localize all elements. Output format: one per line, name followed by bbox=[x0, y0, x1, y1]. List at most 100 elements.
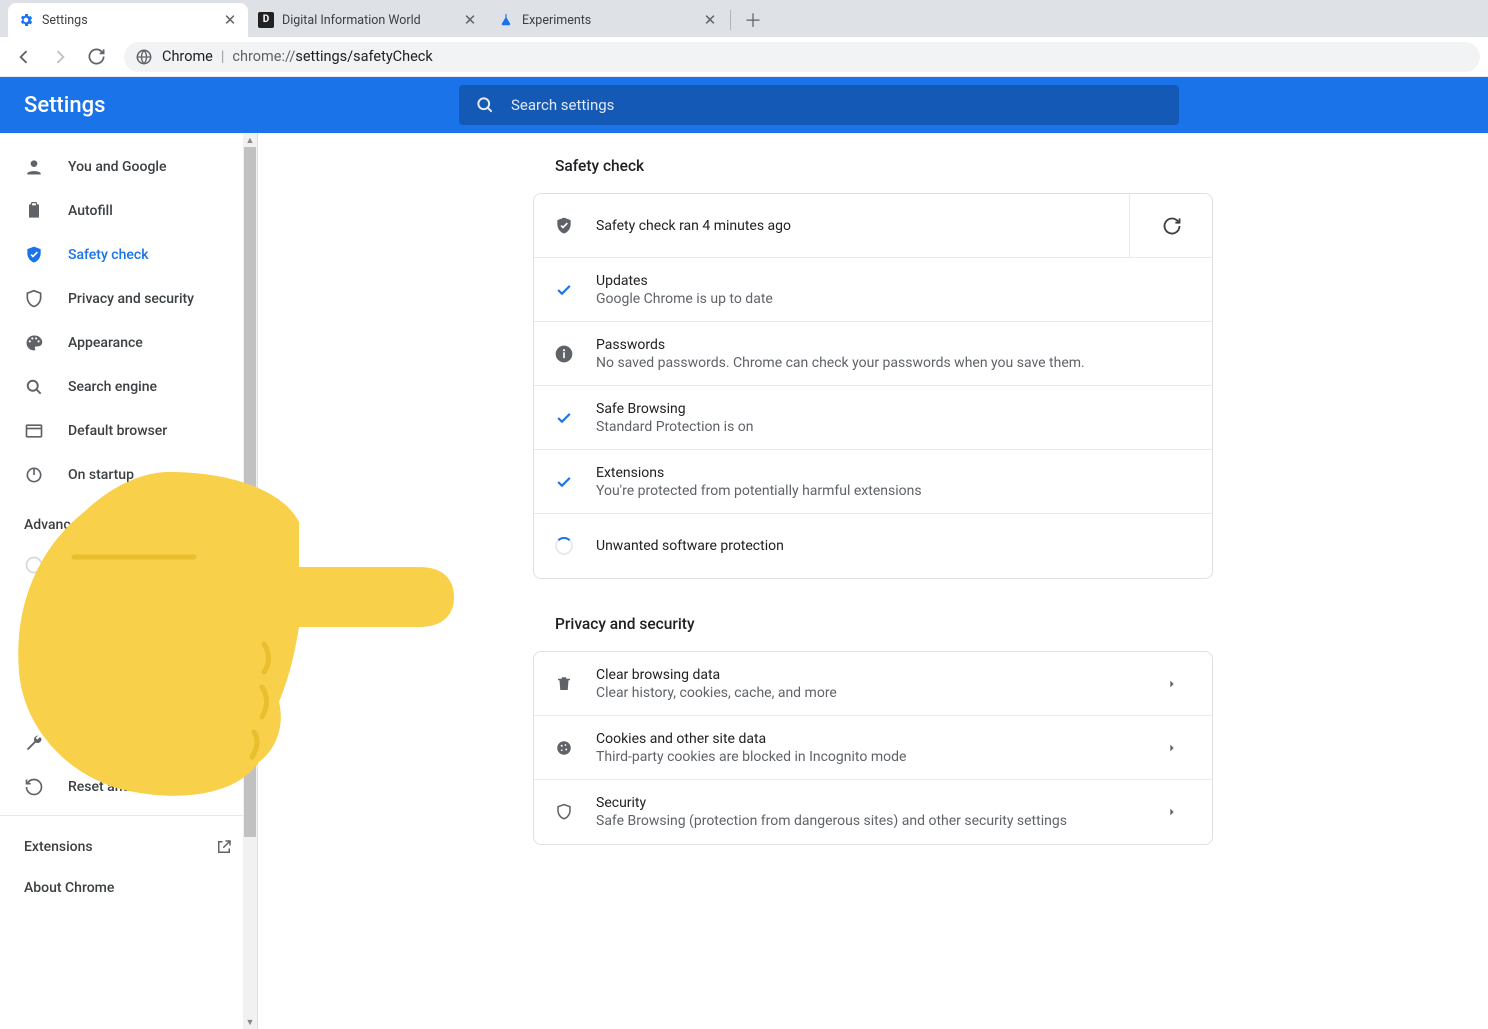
safety-row-passwords[interactable]: PasswordsNo saved passwords. Chrome can … bbox=[534, 322, 1212, 386]
divider bbox=[0, 815, 257, 816]
scroll-up-icon[interactable]: ▲ bbox=[243, 133, 257, 147]
sidebar-item-on-startup[interactable]: On startup bbox=[0, 455, 257, 495]
shield-check-icon bbox=[24, 245, 44, 265]
settings-header: Settings bbox=[0, 77, 1488, 133]
row-title: Passwords bbox=[596, 337, 1192, 353]
sidebar-item-label: Search engine bbox=[68, 379, 157, 395]
sidebar-item-system[interactable] bbox=[0, 723, 257, 763]
scrollbar-thumb[interactable] bbox=[244, 147, 256, 837]
sidebar-item-autofill[interactable]: Autofill bbox=[0, 191, 257, 231]
browser-tab-strip: Settings ✕ D Digital Information World ✕… bbox=[0, 0, 1488, 37]
sidebar-item-label: You and Google bbox=[68, 159, 166, 175]
sidebar-item-label: Reset and clean up bbox=[68, 779, 187, 795]
privacy-row-security[interactable]: SecuritySafe Browsing (protection from d… bbox=[534, 780, 1212, 844]
search-settings[interactable] bbox=[459, 85, 1179, 125]
cookie-icon bbox=[554, 738, 574, 758]
tab-title: Experiments bbox=[522, 13, 702, 28]
safety-header-row: Safety check ran 4 minutes ago bbox=[534, 194, 1212, 258]
sidebar-item-label: Default browser bbox=[68, 423, 167, 439]
sidebar-item-label: Privacy and security bbox=[68, 291, 194, 307]
sidebar-item-languages[interactable] bbox=[0, 545, 257, 585]
divider bbox=[1129, 194, 1130, 257]
sidebar-item-label: About Chrome bbox=[24, 880, 114, 896]
section-title-privacy: Privacy and security bbox=[533, 615, 1213, 633]
site-info-icon[interactable] bbox=[136, 49, 152, 65]
tab-title: Digital Information World bbox=[282, 13, 462, 28]
privacy-card: Clear browsing dataClear history, cookie… bbox=[533, 651, 1213, 845]
new-tab-button[interactable]: ＋ bbox=[739, 6, 767, 34]
sidebar-item-label: Extensions bbox=[24, 839, 93, 855]
diw-favicon: D bbox=[258, 12, 274, 28]
settings-sidebar: ▲ ▼ You and Google Autofill Safety check… bbox=[0, 133, 258, 1029]
check-icon bbox=[554, 280, 574, 300]
open-in-new-icon bbox=[215, 838, 233, 856]
safety-row-updates[interactable]: UpdatesGoogle Chrome is up to date bbox=[534, 258, 1212, 322]
clipboard-icon bbox=[24, 201, 44, 221]
check-icon bbox=[554, 472, 574, 492]
tab-separator bbox=[730, 10, 731, 30]
sidebar-item-extensions[interactable]: Extensions bbox=[0, 824, 257, 870]
shield-icon bbox=[554, 802, 574, 822]
browser-toolbar: Chrome|chrome://settings/safetyCheck bbox=[0, 37, 1488, 77]
palette-icon bbox=[24, 333, 44, 353]
sidebar-item-about[interactable]: About Chrome bbox=[0, 870, 257, 910]
row-subtitle: Clear history, cookies, cache, and more bbox=[596, 685, 1130, 701]
privacy-row-cookies[interactable]: Cookies and other site data Third-party c… bbox=[534, 716, 1212, 780]
sidebar-item-default-browser[interactable]: Default browser bbox=[0, 411, 257, 451]
sidebar-item-search-engine[interactable]: Search engine bbox=[0, 367, 257, 407]
close-icon[interactable]: ✕ bbox=[222, 12, 238, 28]
flask-icon bbox=[498, 12, 514, 28]
back-button[interactable] bbox=[8, 41, 40, 73]
shield-check-icon bbox=[554, 216, 574, 236]
safety-row-unwanted-software[interactable]: Unwanted software protection bbox=[534, 514, 1212, 578]
rerun-button[interactable] bbox=[1152, 216, 1192, 236]
restore-icon bbox=[24, 777, 44, 797]
row-title: Updates bbox=[596, 273, 1192, 289]
tab-title: Settings bbox=[42, 13, 222, 28]
safety-row-safe-browsing[interactable]: Safe BrowsingStandard Protection is on bbox=[534, 386, 1212, 450]
safety-row-extensions[interactable]: Extensions You're protected from potentia… bbox=[534, 450, 1212, 514]
tab-experiments[interactable]: Experiments ✕ bbox=[488, 3, 728, 37]
page-title: Settings bbox=[24, 93, 459, 118]
sidebar-item-label: On startup bbox=[68, 467, 134, 483]
row-title: Safety check ran 4 minutes ago bbox=[596, 218, 1107, 234]
sidebar-item-appearance[interactable]: Appearance bbox=[0, 323, 257, 363]
tab-diw[interactable]: D Digital Information World ✕ bbox=[248, 3, 488, 37]
browser-icon bbox=[24, 421, 44, 441]
person-icon bbox=[24, 157, 44, 177]
row-subtitle: Third-party cookies are blocked in Incog… bbox=[596, 749, 1130, 765]
reload-button[interactable] bbox=[80, 41, 112, 73]
sidebar-item-label: Safety check bbox=[68, 247, 149, 263]
sidebar-item-label: Autofill bbox=[68, 203, 113, 219]
close-icon[interactable]: ✕ bbox=[702, 12, 718, 28]
forward-button[interactable] bbox=[44, 41, 76, 73]
row-subtitle: You're protected from potentially harmfu… bbox=[596, 483, 1192, 499]
globe-icon bbox=[24, 555, 44, 575]
address-bar[interactable]: Chrome|chrome://settings/safetyCheck bbox=[124, 42, 1480, 72]
refresh-icon bbox=[1162, 216, 1182, 236]
row-title: Extensions bbox=[596, 465, 1192, 481]
sidebar-item-you-and-google[interactable]: You and Google bbox=[0, 147, 257, 187]
search-icon bbox=[24, 377, 44, 397]
sidebar-item-privacy[interactable]: Privacy and security bbox=[0, 279, 257, 319]
search-input[interactable] bbox=[511, 96, 1163, 114]
close-icon[interactable]: ✕ bbox=[462, 12, 478, 28]
sidebar-item-safety-check[interactable]: Safety check bbox=[0, 235, 257, 275]
settings-main: Safety check Safety check ran 4 minutes … bbox=[258, 133, 1488, 1029]
sidebar-advanced-label[interactable]: Advanced bbox=[0, 499, 257, 541]
tab-settings[interactable]: Settings ✕ bbox=[8, 3, 248, 37]
gear-icon bbox=[18, 12, 34, 28]
scroll-down-icon[interactable]: ▼ bbox=[243, 1015, 257, 1029]
sidebar-item-reset[interactable]: Reset and clean up bbox=[0, 767, 257, 807]
privacy-row-clear-data[interactable]: Clear browsing dataClear history, cookie… bbox=[534, 652, 1212, 716]
row-title: Safe Browsing bbox=[596, 401, 1192, 417]
wrench-icon bbox=[24, 733, 44, 753]
power-icon bbox=[24, 465, 44, 485]
safety-card: Safety check ran 4 minutes ago UpdatesGo… bbox=[533, 193, 1213, 579]
chevron-right-icon bbox=[1152, 807, 1192, 817]
info-icon bbox=[554, 344, 574, 364]
sidebar-item-label: Appearance bbox=[68, 335, 143, 351]
row-title: Cookies and other site data bbox=[596, 731, 1130, 747]
chevron-right-icon bbox=[1152, 679, 1192, 689]
url-text: Chrome|chrome://settings/safetyCheck bbox=[162, 48, 433, 65]
